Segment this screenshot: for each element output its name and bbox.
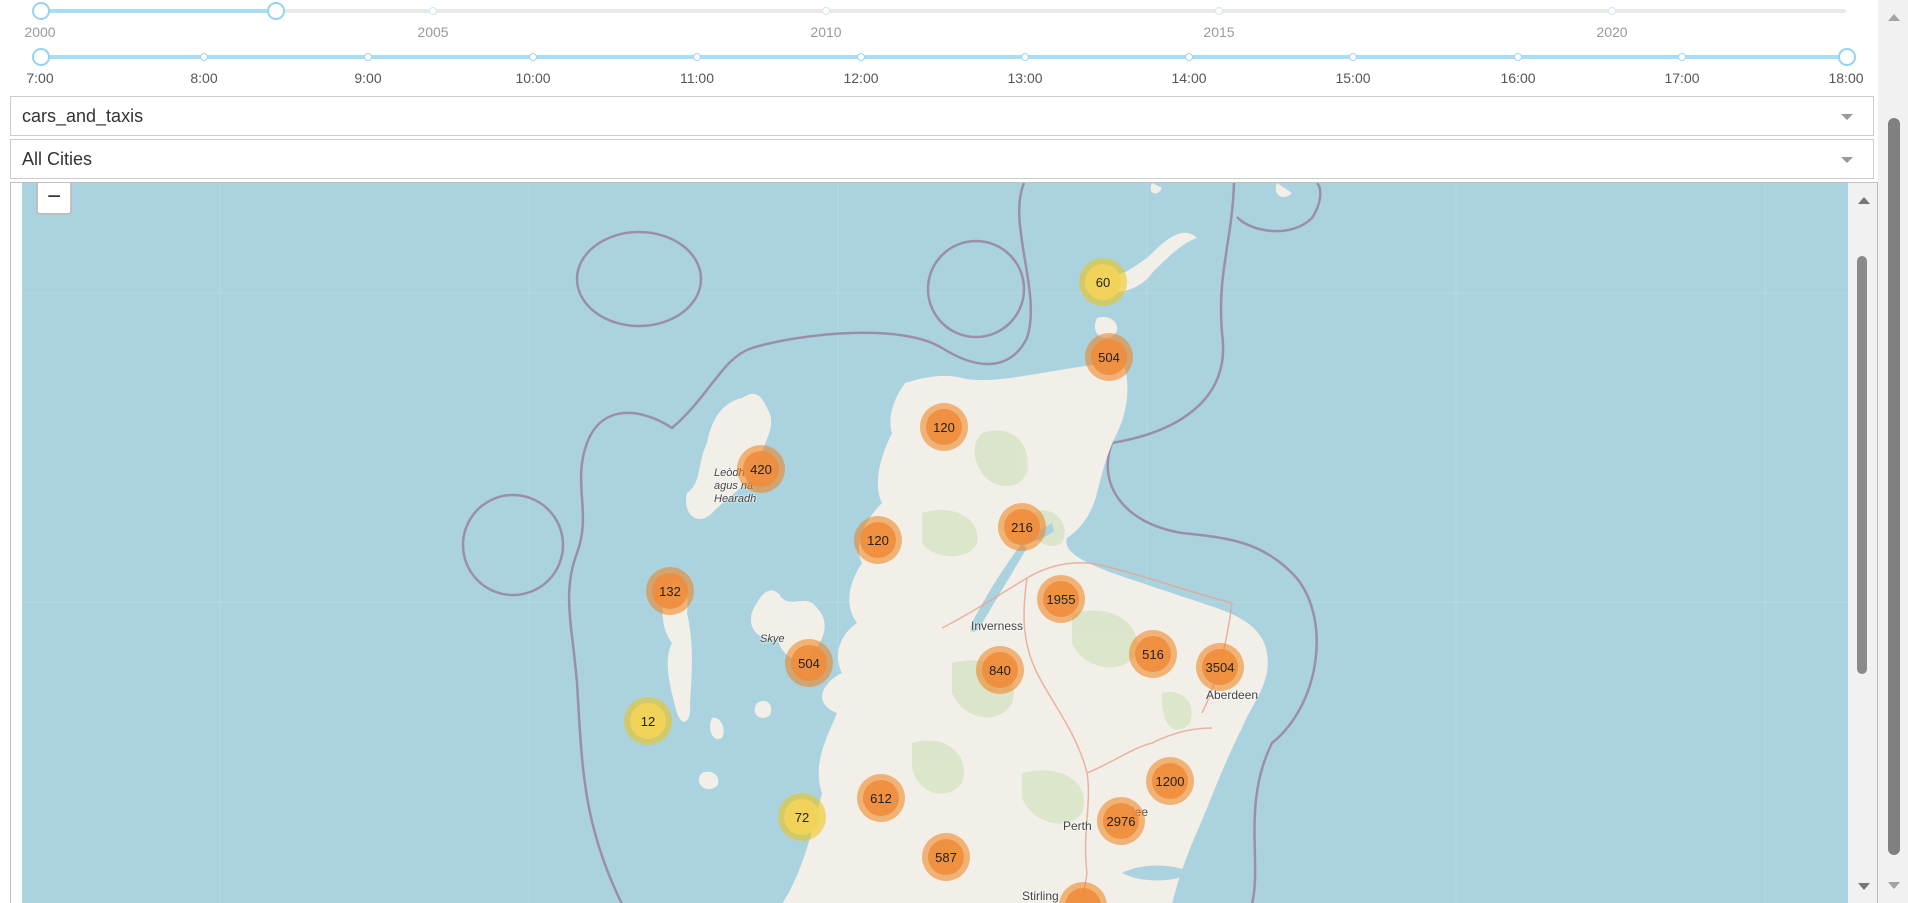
- hour-label: 13:00: [1007, 70, 1043, 86]
- year-tick: [1215, 7, 1223, 15]
- cluster-marker[interactable]: 516: [1129, 630, 1177, 678]
- cluster-count: 132: [652, 573, 688, 609]
- place-label-skye: Skye: [760, 633, 785, 645]
- hour-label: 17:00: [1664, 70, 1700, 86]
- hour-label: 10:00: [515, 70, 551, 86]
- cluster-marker[interactable]: 1200: [1146, 757, 1194, 805]
- hour-tick: [1185, 53, 1193, 61]
- place-label-lewis: Hearadh: [714, 493, 757, 505]
- cluster-marker[interactable]: 840: [976, 646, 1024, 694]
- cluster-count: 504: [791, 645, 827, 681]
- cluster-marker[interactable]: 1955: [1037, 575, 1085, 623]
- hour-tick: [364, 53, 372, 61]
- cluster-count: 1955: [1043, 581, 1079, 617]
- city-dropdown[interactable]: All Cities: [10, 139, 1874, 179]
- hour-tick: [1514, 53, 1522, 61]
- cluster-count: 120: [926, 409, 962, 445]
- cluster-count: 587: [928, 839, 964, 875]
- cluster-marker[interactable]: 12: [624, 697, 672, 745]
- chevron-down-icon[interactable]: [1841, 114, 1853, 120]
- scroll-up-icon[interactable]: [1888, 14, 1900, 21]
- cluster-marker[interactable]: 420: [737, 445, 785, 493]
- hour-label: 16:00: [1500, 70, 1536, 86]
- cluster-count: 120: [860, 522, 896, 558]
- cluster-marker[interactable]: 60: [1079, 258, 1127, 306]
- place-label-stirling: Stirling: [1022, 889, 1059, 903]
- hour-tick: [529, 53, 537, 61]
- scroll-down-icon[interactable]: [1858, 883, 1870, 890]
- cluster-count: 840: [982, 652, 1018, 688]
- hour-label: 12:00: [843, 70, 879, 86]
- hour-tick: [1349, 53, 1357, 61]
- transport-mode-value: cars_and_taxis: [22, 106, 144, 126]
- cluster-count: 1200: [1152, 763, 1188, 799]
- year-end-handle[interactable]: [267, 2, 285, 20]
- year-label: 2020: [1596, 24, 1628, 40]
- cluster-marker[interactable]: 3504: [1196, 643, 1244, 691]
- hour-label: 9:00: [354, 70, 382, 86]
- cluster-marker[interactable]: 587: [922, 833, 970, 881]
- map-tiles: [22, 183, 1848, 903]
- year-tick: [822, 7, 830, 15]
- year-label: 2010: [810, 24, 842, 40]
- year-label: 2005: [417, 24, 449, 40]
- cluster-count: 420: [743, 451, 779, 487]
- cluster-marker[interactable]: 2976: [1097, 797, 1145, 845]
- year-tick: [429, 7, 437, 15]
- cluster-marker[interactable]: 120: [920, 403, 968, 451]
- cluster-marker[interactable]: 132: [646, 567, 694, 615]
- hour-label: 18:00: [1828, 70, 1864, 86]
- cluster-count: 216: [1004, 509, 1040, 545]
- cluster-count: 612: [863, 780, 899, 816]
- cluster-count: 60: [1085, 264, 1121, 300]
- page-scrollbar-thumb[interactable]: [1888, 118, 1900, 855]
- cluster-marker[interactable]: 120: [854, 516, 902, 564]
- cluster-count: 2976: [1103, 803, 1139, 839]
- transport-mode-dropdown[interactable]: cars_and_taxis: [10, 96, 1874, 136]
- zoom-out-button[interactable]: −: [36, 183, 72, 215]
- cluster-marker[interactable]: 612: [857, 774, 905, 822]
- cluster-count: 72: [784, 799, 820, 835]
- cluster-count: 3504: [1202, 649, 1238, 685]
- hour-tick: [200, 53, 208, 61]
- year-slider-track[interactable]: [40, 9, 1846, 13]
- cluster-count: 12: [630, 703, 666, 739]
- hour-tick: [857, 53, 865, 61]
- cluster-marker[interactable]: 72: [778, 793, 826, 841]
- place-label-inverness: Inverness: [971, 619, 1024, 633]
- hour-start-handle[interactable]: [32, 48, 50, 66]
- hour-tick: [1678, 53, 1686, 61]
- cluster-marker[interactable]: 216: [998, 503, 1046, 551]
- year-label: 2015: [1203, 24, 1235, 40]
- hour-tick: [1021, 53, 1029, 61]
- year-tick: [1608, 7, 1616, 15]
- scroll-up-icon[interactable]: [1858, 197, 1870, 204]
- map-frame: − Inverness Aberdeen Perth lee Stirling …: [10, 182, 1878, 903]
- page-scrollbar[interactable]: [1878, 0, 1908, 903]
- map-scrollbar[interactable]: [1848, 183, 1877, 903]
- year-start-handle[interactable]: [32, 2, 50, 20]
- cluster-count: [1065, 888, 1101, 903]
- cluster-count: 516: [1135, 636, 1171, 672]
- hour-label: 15:00: [1335, 70, 1371, 86]
- hour-slider-track[interactable]: [40, 55, 1846, 59]
- year-label: 2000: [24, 24, 56, 40]
- city-value: All Cities: [22, 149, 93, 169]
- year-slider-selected-range: [40, 9, 275, 13]
- hour-label: 7:00: [26, 70, 54, 86]
- cluster-marker[interactable]: 504: [1085, 333, 1133, 381]
- cluster-marker[interactable]: 504: [785, 639, 833, 687]
- hour-end-handle[interactable]: [1838, 48, 1856, 66]
- hour-label: 8:00: [190, 70, 218, 86]
- chevron-down-icon[interactable]: [1841, 157, 1853, 163]
- hour-label: 11:00: [680, 70, 714, 86]
- hour-tick: [693, 53, 701, 61]
- map-canvas[interactable]: − Inverness Aberdeen Perth lee Stirling …: [22, 183, 1848, 903]
- cluster-count: 504: [1091, 339, 1127, 375]
- map-scrollbar-thumb[interactable]: [1857, 256, 1867, 674]
- hour-label: 14:00: [1171, 70, 1207, 86]
- place-label-perth: Perth: [1063, 819, 1092, 833]
- scroll-down-icon[interactable]: [1888, 882, 1900, 889]
